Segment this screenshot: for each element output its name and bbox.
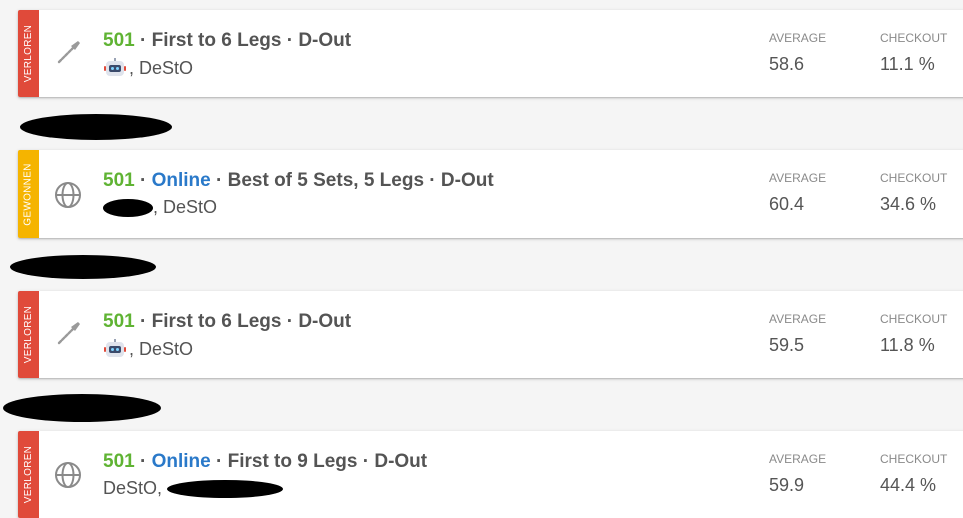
game-score: 501: [103, 311, 135, 332]
player-names: DeStO,: [103, 478, 168, 498]
bot-avatar-icon: [104, 339, 126, 357]
average-label: AVERAGE: [769, 452, 827, 466]
checkout-stat: CHECKOUT 44.4 %: [880, 452, 947, 496]
redaction-mark: [20, 114, 172, 140]
game-score: 501: [103, 451, 135, 472]
dart-icon: [57, 41, 80, 64]
status-label: GEWONNEN: [23, 162, 34, 226]
checkout-label: CHECKOUT: [880, 452, 948, 466]
match-format: First to 6 Legs · D-Out: [151, 30, 352, 51]
status-label: VERLOREN: [23, 305, 35, 364]
average-value: 59.5: [769, 335, 805, 355]
game-score: 501: [103, 170, 135, 191]
match-card[interactable]: VERLOREN 501 · First to 6 Legs · D-Out ,…: [18, 291, 963, 378]
checkout-stat: CHECKOUT 34.6 %: [880, 171, 947, 215]
online-tag: Online: [151, 170, 211, 191]
checkout-label: CHECKOUT: [880, 171, 948, 185]
average-stat: AVERAGE 58.6: [769, 31, 826, 75]
average-value: 60.4: [769, 194, 805, 214]
checkout-value: 34.6 %: [880, 194, 937, 214]
checkout-stat: CHECKOUT 11.8 %: [880, 312, 947, 356]
game-score: 501: [103, 30, 135, 51]
checkout-value: 11.1 %: [880, 54, 935, 74]
players: , DeStO: [103, 338, 193, 360]
match-format: Best of 5 Sets, 5 Legs · D-Out: [227, 170, 494, 191]
match-title: 501 · First to 6 Legs · D-Out: [103, 311, 352, 332]
average-value: 58.6: [769, 54, 805, 74]
redaction-mark: [167, 479, 284, 498]
player-names: , DeStO: [129, 338, 194, 359]
redaction-mark: [10, 255, 156, 279]
match-format: First to 6 Legs · D-Out: [151, 311, 352, 332]
checkout-stat: CHECKOUT 11.1 %: [880, 31, 947, 75]
status-label: VERLOREN: [23, 24, 35, 83]
match-card[interactable]: GEWONNEN 501 · Online · Best of 5 Sets, …: [18, 150, 963, 238]
players: , DeStO: [103, 57, 193, 79]
match-title: 501 · First to 6 Legs · D-Out: [103, 30, 352, 51]
checkout-value: 44.4 %: [880, 475, 937, 495]
match-card[interactable]: VERLOREN 501 · First to 6 Legs · D-Out ,…: [18, 10, 963, 97]
match-format: First to 9 Legs · D-Out: [227, 451, 428, 472]
match-title: 501 · Online · Best of 5 Sets, 5 Legs · …: [103, 170, 494, 191]
average-stat: AVERAGE 59.9: [769, 452, 826, 496]
match-card[interactable]: VERLOREN 501 · Online · First to 9 Legs …: [18, 431, 963, 518]
redaction-mark: [3, 394, 161, 422]
bot-avatar-icon: [104, 58, 126, 76]
average-label: AVERAGE: [769, 312, 827, 326]
status-strip-won: GEWONNEN: [18, 150, 39, 238]
globe-icon: [55, 462, 81, 488]
average-label: AVERAGE: [769, 31, 827, 45]
status-strip-lost: VERLOREN: [18, 10, 39, 97]
checkout-label: CHECKOUT: [880, 31, 948, 45]
average-stat: AVERAGE 59.5: [769, 312, 826, 356]
status-label: VERLOREN: [23, 445, 35, 504]
player-names: , DeStO: [153, 197, 218, 217]
players: DeStO,: [103, 478, 284, 499]
match-title: 501 · Online · First to 9 Legs · D-Out: [103, 451, 428, 472]
status-strip-lost: VERLOREN: [18, 291, 39, 378]
checkout-label: CHECKOUT: [880, 312, 948, 326]
players: , DeStO: [103, 197, 217, 218]
average-stat: AVERAGE 60.4: [769, 171, 826, 215]
redaction-mark: [103, 198, 153, 217]
globe-icon: [55, 182, 81, 208]
player-names: , DeStO: [129, 57, 194, 78]
online-tag: Online: [151, 451, 211, 472]
checkout-value: 11.8 %: [880, 335, 935, 355]
dart-icon: [57, 322, 80, 345]
average-value: 59.9: [769, 475, 805, 495]
status-strip-lost: VERLOREN: [18, 431, 39, 518]
average-label: AVERAGE: [769, 171, 827, 185]
